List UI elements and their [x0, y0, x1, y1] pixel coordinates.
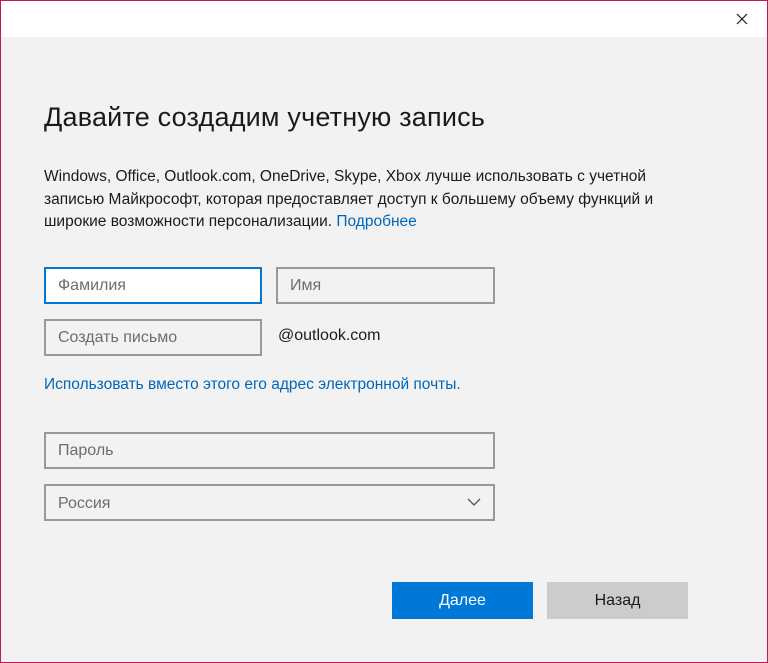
surname-input[interactable] [44, 267, 262, 304]
close-button[interactable] [727, 5, 757, 33]
title-bar [1, 1, 767, 37]
chevron-down-icon [467, 498, 481, 506]
learn-more-link[interactable]: Подробнее [336, 213, 416, 230]
password-input[interactable] [44, 432, 495, 469]
back-button[interactable]: Назад [547, 582, 688, 619]
close-icon [736, 13, 748, 25]
country-select[interactable]: Россия [44, 484, 495, 521]
account-dialog: Давайте создадим учетную запись Windows,… [0, 0, 768, 663]
description: Windows, Office, Outlook.com, OneDrive, … [44, 166, 654, 234]
name-input[interactable] [276, 267, 495, 304]
country-value: Россия [58, 495, 111, 512]
email-domain: @outlook.com [278, 327, 381, 344]
use-existing-email-link[interactable]: Использовать вместо этого его адрес элек… [44, 373, 484, 397]
page-title: Давайте создадим учетную запись [44, 102, 486, 132]
email-input[interactable] [44, 319, 262, 356]
next-button[interactable]: Далее [392, 582, 533, 619]
